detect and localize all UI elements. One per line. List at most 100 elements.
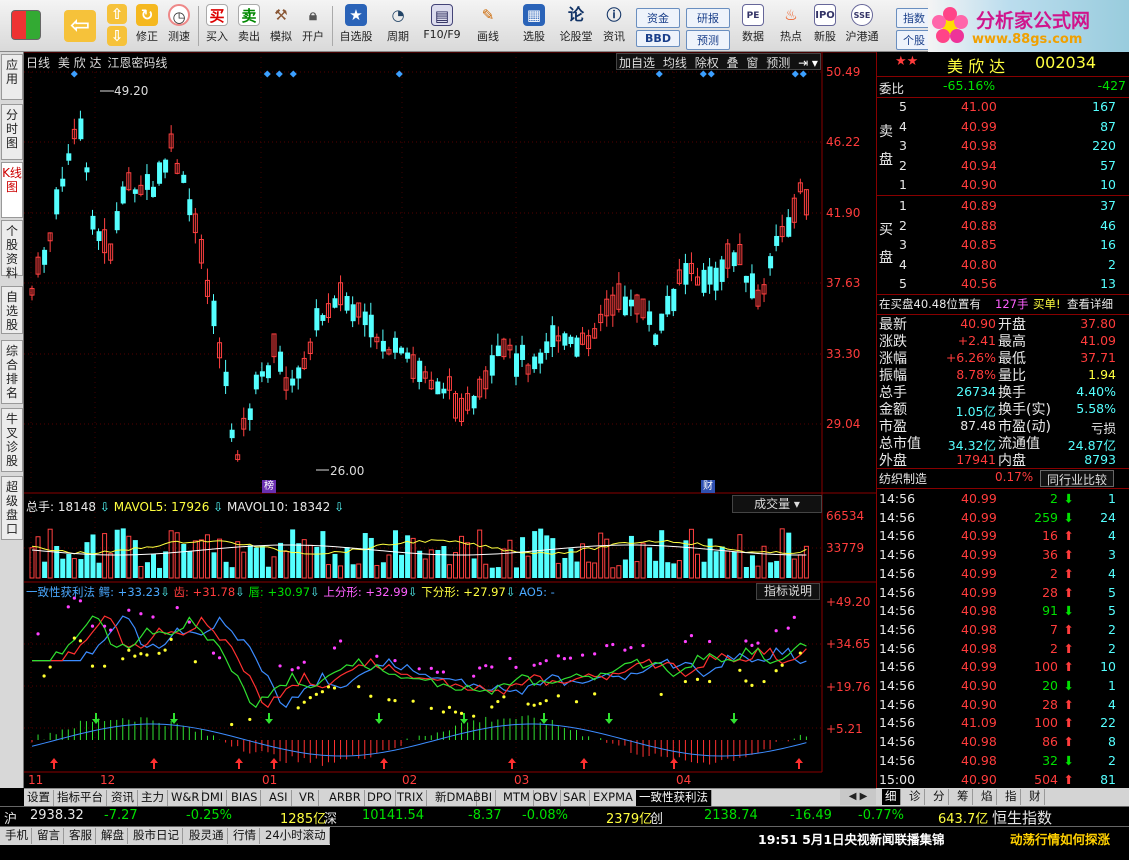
indicator-tab-1[interactable]: 指标平台 (54, 790, 107, 806)
indicator-tab-6[interactable]: BIAS (228, 790, 262, 806)
industry-compare-button[interactable]: 同行业比较 (1040, 470, 1114, 487)
indicator-tab-14[interactable]: MTM (500, 790, 534, 806)
toolbar-item-0[interactable]: ↻ 修正 (132, 2, 162, 50)
quick-link-2[interactable]: 客服 (66, 828, 96, 844)
volume-bar (417, 550, 423, 578)
up-down-button[interactable]: ⇧ ⇩ (106, 2, 128, 50)
buy-order-row[interactable]: 4 40.80 2 (877, 256, 1129, 275)
buy-order-row[interactable]: 5 40.56 13 (877, 275, 1129, 294)
forecast-button[interactable]: 预测 (764, 56, 792, 70)
toolbar-item-12[interactable]: ⓘ 资讯 (598, 2, 630, 50)
small-button-4[interactable]: 指数 (896, 8, 932, 28)
quote-tab-0[interactable]: 细 (882, 789, 901, 805)
small-button-1[interactable]: 研报 (686, 8, 730, 28)
indicator-title: 一致性获利法 (26, 585, 95, 599)
toolbar-item-14[interactable]: ♨ 热点 (774, 2, 808, 50)
kline-chart-svg[interactable] (24, 52, 876, 788)
left-tab-diagnose[interactable]: 牛叉诊股 (1, 408, 23, 472)
toolbar-item-5[interactable]: 🔒︎ 开户 (298, 2, 328, 50)
add-watch-button[interactable]: 加自选 (617, 56, 657, 70)
small-button-2[interactable]: BBD (636, 30, 680, 50)
indicator-tab-5[interactable]: DMI (198, 790, 228, 806)
quote-tab-6[interactable]: 财 (1026, 789, 1045, 805)
toolbar-item-13[interactable]: PE 数据 (738, 2, 768, 50)
buy-order-row[interactable]: 2 40.88 46 (877, 217, 1129, 236)
indicator-tab-11[interactable]: TRIX (394, 790, 428, 806)
indicator-tab-18[interactable]: 一致性获利法 (636, 790, 712, 806)
big-order-notice[interactable]: 在买盘40.48位置有 127手 买单! 查看详细 (877, 295, 1129, 314)
ma-button[interactable]: 均线 (661, 56, 689, 70)
toolbar-item-2[interactable]: 买买入 (202, 2, 232, 50)
quote-tab-4[interactable]: 焰 (978, 789, 997, 805)
indicator-tab-9[interactable]: ARBR (326, 790, 365, 806)
left-tab-app[interactable]: 应用 (1, 54, 23, 100)
toolbar-item-4[interactable]: ⚒ 模拟 (266, 2, 296, 50)
indicator-tab-2[interactable]: 资讯 (108, 790, 138, 806)
indicator-help-button[interactable]: 指标说明 (756, 583, 820, 600)
quick-link-3[interactable]: 解盘 (98, 828, 128, 844)
left-tab-watchlist[interactable]: 自选股 (1, 286, 23, 334)
quick-link-1[interactable]: 留言 (34, 828, 64, 844)
buy-order-row[interactable]: 3 40.85 16 (877, 236, 1129, 255)
toolbar-item-10[interactable]: ▦ 选股 (514, 2, 554, 50)
sell-order-row[interactable]: 4 40.99 87 (877, 118, 1129, 137)
quote-tab-1[interactable]: 诊 (906, 789, 925, 805)
small-button-3[interactable]: 预测 (686, 30, 730, 50)
buy-order-row[interactable]: 1 40.89 37 (877, 197, 1129, 216)
lock-icon: 🔒︎ (309, 6, 317, 24)
star-icon[interactable]: ★★ (895, 54, 918, 69)
sell-order-row[interactable]: 1 40.90 10 (877, 176, 1129, 195)
indicator-tab-0[interactable]: 设置 (24, 790, 54, 806)
toolbar-item-16[interactable]: SSE 沪港通 (842, 2, 882, 50)
toolbar-item-1[interactable]: ◷ 测速 (164, 2, 194, 50)
sell-order-row[interactable]: 5 41.00 167 (877, 98, 1129, 117)
home-button[interactable] (6, 2, 46, 50)
lower-fractal-value: 下分形: +27.97 (421, 585, 506, 599)
quote-tab-2[interactable]: 分 (930, 789, 949, 805)
expand-icon[interactable]: ⇥ ▾ (796, 56, 820, 70)
quick-link-5[interactable]: 股灵通 (186, 828, 228, 844)
overlay-button[interactable]: 叠 (725, 56, 741, 70)
toolbar-item-8[interactable]: ▤ F10/F9 (420, 2, 464, 50)
indicator-tab-7[interactable]: ASI (266, 790, 292, 806)
left-tab-profile[interactable]: 个股资料 (1, 220, 23, 280)
quick-link-4[interactable]: 股市日记 (130, 828, 183, 844)
toolbar-item-7[interactable]: ◔ 周期 (378, 2, 418, 50)
news-headline[interactable]: 19:51 5月1日央视新闻联播集锦 (758, 829, 945, 848)
left-tab-kline[interactable]: K线图 (1, 162, 23, 218)
quote-tab-3[interactable]: 筹 (954, 789, 973, 805)
indicator-tab-3[interactable]: 主力 (138, 790, 168, 806)
left-tab-ranking[interactable]: 综合排名 (1, 340, 23, 404)
indicator-tab-17[interactable]: EXPMA (590, 790, 637, 806)
quick-link-6[interactable]: 行情 (230, 828, 260, 844)
volume-selector[interactable]: 成交量 ▾ (732, 495, 822, 513)
toolbar-item-6[interactable]: ★ 自选股 (336, 2, 376, 50)
window-button[interactable]: 窗 (744, 56, 760, 70)
quote-tab-5[interactable]: 指 (1002, 789, 1021, 805)
ex-right-button[interactable]: 除权 (693, 56, 721, 70)
left-tab-intraday[interactable]: 分时图 (1, 104, 23, 160)
chart-area[interactable]: 日线 美 欣 达 江恩密码线 加自选 均线 除权 叠 窗 预测 ⇥ ▾ 总手: … (24, 52, 876, 788)
sell-order-row[interactable]: 2 40.94 57 (877, 157, 1129, 176)
toolbar-item-9[interactable]: ✎ 画线 (468, 2, 508, 50)
indicator-tab-13[interactable]: BBI (470, 790, 497, 806)
sell-order-row[interactable]: 3 40.98 220 (877, 137, 1129, 156)
indicator-tab-10[interactable]: DPO (364, 790, 396, 806)
quick-link-7[interactable]: 24小时滚动 (262, 828, 330, 844)
small-button-5[interactable]: 个股 (896, 30, 932, 50)
finance-badge[interactable]: 财 (701, 480, 715, 493)
indicator-tab-8[interactable]: VR (296, 790, 319, 806)
toolbar-item-11[interactable]: 论论股堂 (558, 2, 594, 50)
rank-badge[interactable]: 榜 (262, 480, 276, 493)
left-tab-level2[interactable]: 超级盘口 (1, 476, 23, 540)
toolbar-item-15[interactable]: IPO 新股 (810, 2, 840, 50)
back-button[interactable]: ⇦ (60, 2, 100, 50)
indicator-tab-15[interactable]: OBV (530, 790, 562, 806)
small-button-0[interactable]: 资金 (636, 8, 680, 28)
tab-scroll-arrows[interactable]: ◀ ▶ (840, 789, 876, 805)
indicator-tab-16[interactable]: SAR (560, 790, 591, 806)
star-list-icon: ★ (345, 4, 367, 26)
toolbar-item-3[interactable]: 卖卖出 (234, 2, 264, 50)
scroll-news[interactable]: 动荡行情如何探涨 (1010, 829, 1110, 848)
quick-link-0[interactable]: 手机 (2, 828, 32, 844)
